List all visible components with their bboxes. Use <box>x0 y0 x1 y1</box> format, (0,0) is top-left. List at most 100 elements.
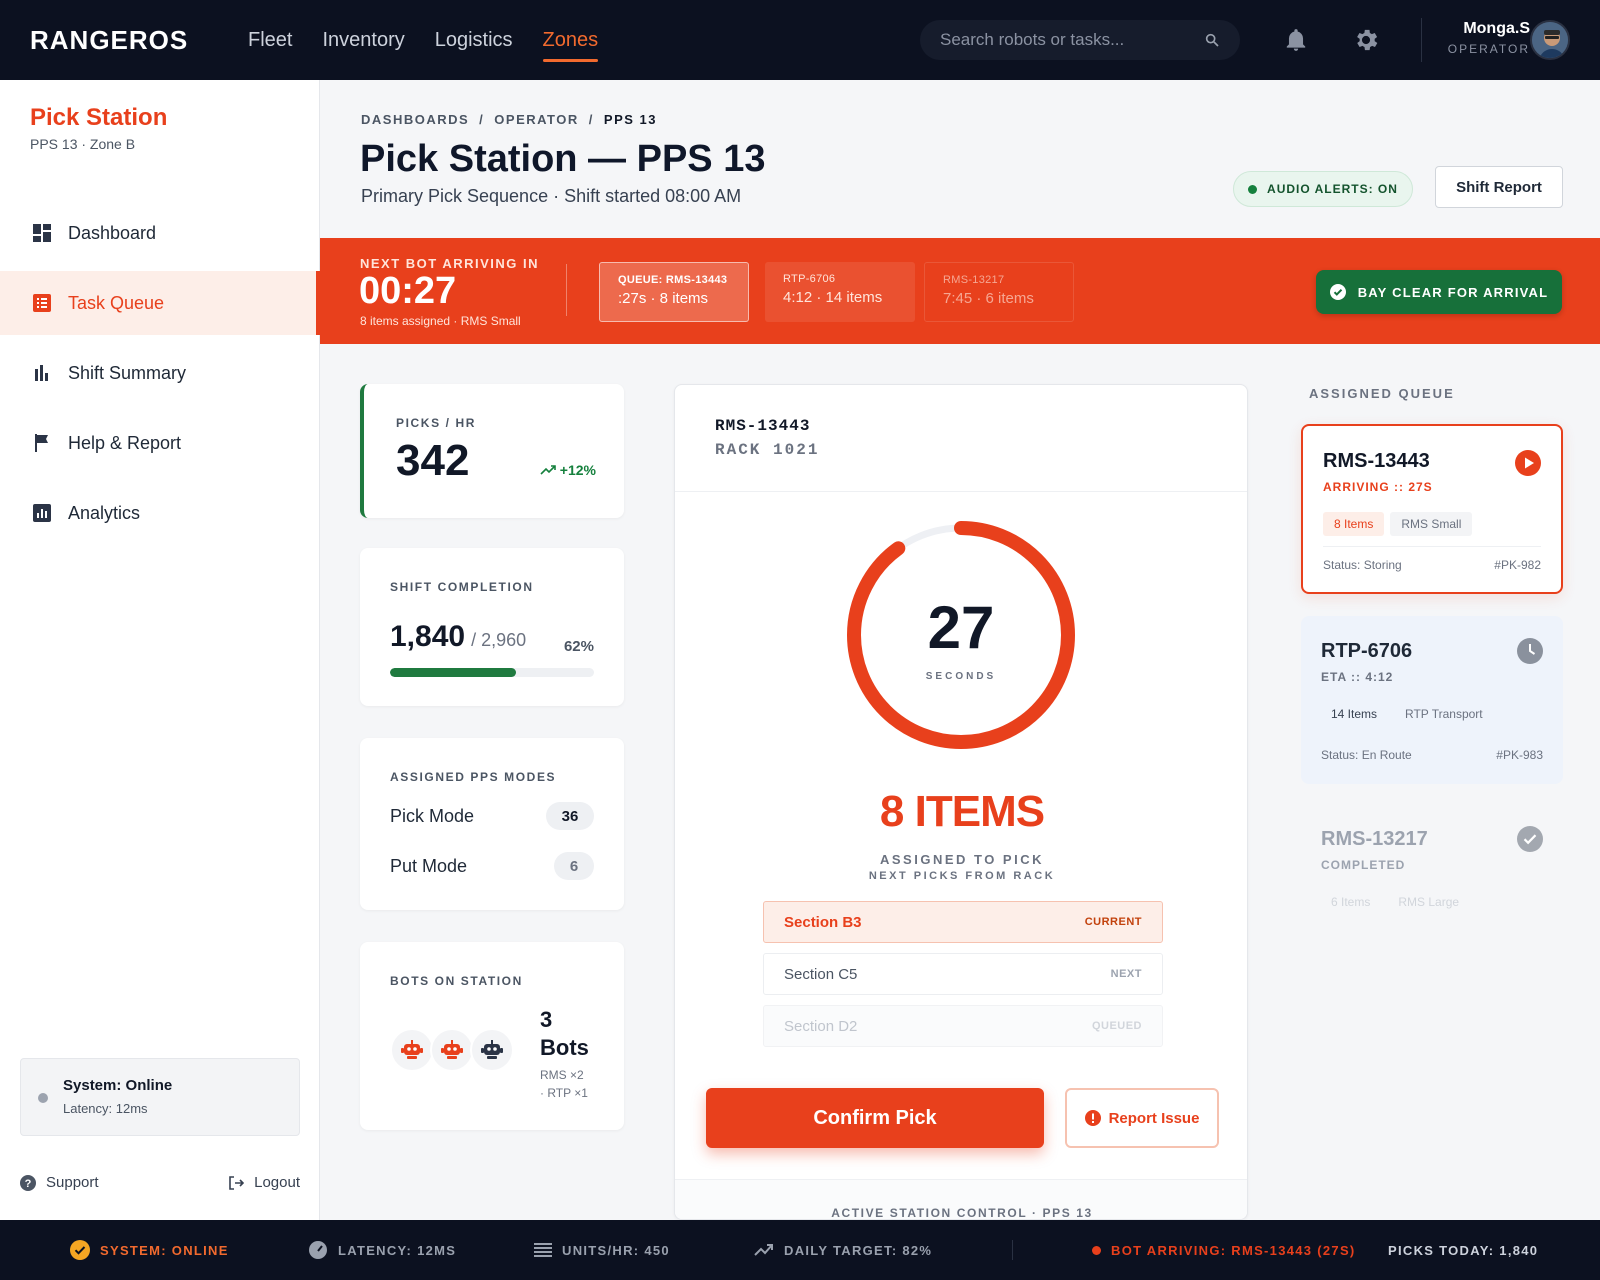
shift-completion-card: SHIFT COMPLETION 1,840 / 2,960 62% <box>360 548 624 706</box>
completion-progress-fill <box>390 668 517 677</box>
current-bot-id: RMS-13443 <box>715 417 811 435</box>
help-icon: ? <box>20 1174 36 1191</box>
completion-percent: 62% <box>563 638 594 655</box>
queue-card-tags: 8 Items RMS Small <box>1323 512 1478 536</box>
search-box <box>920 20 1240 60</box>
bots-count-word: Bots <box>540 1035 589 1060</box>
mode-row-put[interactable]: Put Mode 6 <box>390 848 594 884</box>
section-state: QUEUED <box>1091 1020 1142 1032</box>
sidebar-item-label: Analytics <box>68 502 141 523</box>
section-state: NEXT <box>1110 968 1142 980</box>
completion-progress-bar <box>390 668 594 677</box>
status-arriving[interactable]: BOT ARRIVING: RMS-13443 (27S) <box>1092 1220 1356 1280</box>
bots-count: 3 Bots <box>540 1006 589 1062</box>
breadcrumb-operator[interactable]: OPERATOR <box>494 112 578 127</box>
avatar[interactable] <box>1530 20 1570 60</box>
status-target: DAILY TARGET: 82% <box>754 1220 932 1280</box>
app-logo[interactable]: RANGEROS <box>30 25 212 56</box>
report-issue-label: Report Issue <box>1108 1109 1200 1127</box>
section-row-current[interactable]: Section B3 CURRENT <box>763 901 1163 943</box>
assigned-queue-title: ASSIGNED QUEUE <box>1309 386 1455 401</box>
audio-alerts-label: AUDIO ALERTS: ON <box>1267 182 1398 196</box>
queue-chip-title: RTP-6706 <box>783 273 836 285</box>
queue-card-active[interactable]: RMS-13443 ARRIVING :: 27S 8 Items RMS Sma… <box>1301 424 1563 594</box>
mode-count-badge: 6 <box>554 852 594 880</box>
queue-card-id: RMS-13443 <box>1323 450 1430 472</box>
status-units: UNITS/HR: 450 <box>534 1220 670 1280</box>
bots-label: BOTS ON STATION <box>390 974 523 988</box>
arrival-banner: NEXT BOT ARRIVING IN 00:27 8 items assig… <box>320 238 1600 344</box>
queue-card-tags: 14 Items RTP Transport <box>1321 702 1500 726</box>
section-row-queued[interactable]: Section D2 QUEUED <box>763 1005 1163 1047</box>
dashboard-icon <box>32 223 52 243</box>
arrival-timer: 00:27 <box>359 270 457 312</box>
sidebar-item-analytics[interactable]: Analytics <box>0 481 320 545</box>
panel-footer-label: ACTIVE STATION CONTROL · PPS 13 <box>831 1206 1093 1220</box>
status-dot <box>1248 184 1258 194</box>
section-row-next[interactable]: Section C5 NEXT <box>763 953 1163 995</box>
status-target-label: DAILY TARGET: 82% <box>784 1242 933 1258</box>
mode-row-pick[interactable]: Pick Mode 36 <box>390 798 594 834</box>
report-issue-button[interactable]: Report Issue <box>1065 1088 1219 1148</box>
confirm-pick-button[interactable]: Confirm Pick <box>706 1088 1044 1148</box>
sidebar-item-label: Task Queue <box>68 292 165 313</box>
search-icon[interactable] <box>1204 32 1220 48</box>
status-system: SYSTEM: ONLINE <box>70 1220 229 1280</box>
bay-clear-button[interactable]: BAY CLEAR FOR ARRIVAL <box>1316 270 1562 314</box>
sidebar-item-label: Dashboard <box>68 222 157 243</box>
status-arriving-label: BOT ARRIVING: RMS-13443 (27S) <box>1111 1242 1356 1258</box>
section-name: Section B3 <box>784 913 862 931</box>
logout-icon <box>229 1175 245 1190</box>
status-dot <box>1092 1245 1101 1255</box>
shift-report-button[interactable]: Shift Report <box>1435 166 1563 208</box>
search-input[interactable] <box>940 30 1204 50</box>
clock-icon <box>1517 638 1543 664</box>
sidebar-item-dashboard[interactable]: Dashboard <box>0 201 320 265</box>
arrival-label: NEXT BOT ARRIVING IN <box>360 256 540 271</box>
mode-name: Pick Mode <box>390 805 475 826</box>
sidebar-nav: Dashboard Task Queue Shift Summary Help … <box>0 201 320 551</box>
nav-fleet[interactable]: Fleet <box>248 0 292 80</box>
breadcrumb-dashboards[interactable]: DASHBOARDS <box>361 112 469 127</box>
audio-alerts-toggle[interactable]: AUDIO ALERTS: ON <box>1233 171 1413 207</box>
queue-card-status-line: ETA :: 4:12 <box>1321 670 1394 684</box>
completion-values: 1,840 / 2,960 <box>390 620 526 654</box>
status-latency: LATENCY: 12MS <box>308 1220 456 1280</box>
breadcrumb: DASHBOARDS / OPERATOR / PPS 13 <box>361 112 657 127</box>
support-link[interactable]: ? Support <box>20 1174 99 1191</box>
bell-icon[interactable] <box>1280 24 1312 56</box>
queue-card-status: Status: Storing <box>1323 558 1402 572</box>
picks-value: 342 <box>396 436 470 485</box>
status-divider <box>1012 1240 1013 1260</box>
nav-inventory[interactable]: Inventory <box>322 0 404 80</box>
sidebar-item-task-queue[interactable]: Task Queue <box>0 271 320 335</box>
sidebar-item-shift-summary[interactable]: Shift Summary <box>0 341 320 405</box>
tag-items: 14 Items <box>1331 707 1378 721</box>
queue-card-tags: 6 Items RMS Large <box>1321 890 1476 914</box>
user-info[interactable]: Monga.S OPERATOR <box>1448 20 1530 56</box>
mode-count-badge: 36 <box>546 802 594 830</box>
gauge-icon <box>309 1241 327 1259</box>
queue-card-id: RMS-13217 <box>1321 828 1428 850</box>
nav-logistics[interactable]: Logistics <box>435 0 513 80</box>
queue-card-completed[interactable]: RMS-13217 COMPLETED 6 Items RMS Large <box>1301 806 1563 926</box>
play-icon[interactable] <box>1515 450 1541 476</box>
queue-card-status-line: COMPLETED <box>1321 858 1406 872</box>
queue-chip[interactable]: RTP-6706 4:12 · 14 items <box>765 262 915 322</box>
gear-icon[interactable] <box>1350 24 1382 56</box>
queue-chip-active[interactable]: QUEUE: RMS-13443 :27s · 8 items <box>599 262 749 322</box>
assigned-label: ASSIGNED TO PICK <box>879 852 1044 867</box>
queue-chip[interactable]: RMS-13217 7:45 · 6 items <box>924 262 1074 322</box>
list-icon <box>534 1243 552 1257</box>
items-count: 8 ITEMS <box>879 787 1045 836</box>
sidebar: Pick Station PPS 13 · Zone B Dashboard T… <box>0 80 320 1220</box>
nav-zones[interactable]: Zones <box>542 0 598 80</box>
sidebar-title: Pick Station <box>30 104 168 131</box>
logout-link[interactable]: Logout <box>228 1174 300 1191</box>
breadcrumb-current: PPS 13 <box>603 112 657 127</box>
sidebar-item-help-report[interactable]: Help & Report <box>0 411 320 475</box>
user-role: OPERATOR <box>1447 42 1530 56</box>
queue-chip-detail: :27s · 8 items <box>618 290 709 307</box>
queue-card-en-route[interactable]: RTP-6706 ETA :: 4:12 14 Items RTP Transpo… <box>1301 616 1563 784</box>
rack-id: RACK 1021 <box>715 441 820 459</box>
